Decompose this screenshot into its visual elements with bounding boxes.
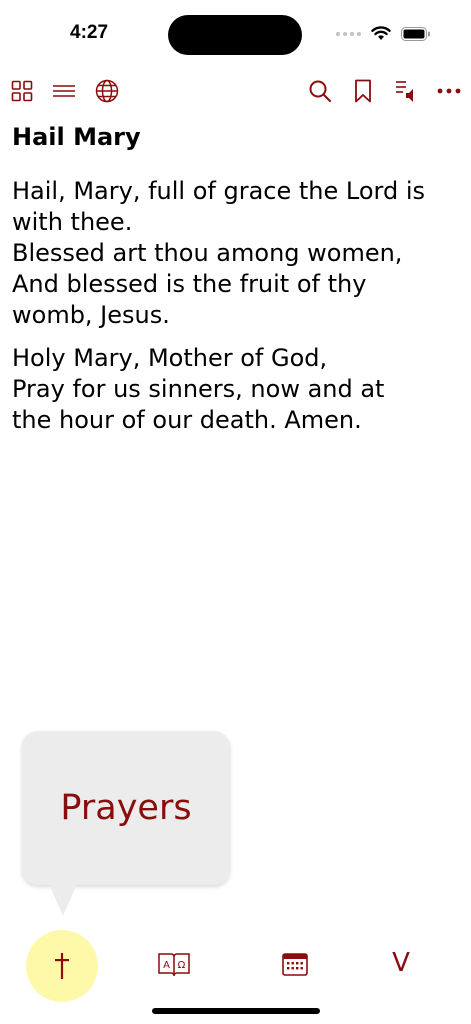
battery-icon [401,26,430,41]
prayer-stanza: Holy Mary, Mother of God, Pray for us si… [12,344,385,434]
alpha-omega-book-icon: A Ω [158,953,190,977]
svg-text:Ω: Ω [178,960,186,971]
bookmark-icon[interactable] [350,78,376,104]
bottom-tab-bar: A Ω V [0,928,471,1004]
tab-liturgy[interactable]: A Ω [156,950,192,978]
tab-tooltip: Prayers [22,731,230,885]
list-icon[interactable] [51,78,77,104]
grid-icon[interactable] [9,78,35,104]
prayer-content: Hail Mary Hail, Mary, full of grace the … [12,118,462,448]
dynamic-island [168,15,302,55]
home-indicator [152,1008,320,1014]
cellular-signal-icon [336,31,361,36]
tab-prayers[interactable] [26,930,98,1002]
status-bar: 4:27 [0,0,471,70]
globe-icon[interactable] [94,78,120,104]
cross-icon [55,953,69,979]
more-icon[interactable] [436,78,462,104]
audio-playlist-icon[interactable] [393,78,419,104]
tab-v[interactable]: V [386,946,416,980]
status-indicators [336,26,431,41]
calendar-icon [282,953,308,976]
svg-text:A: A [163,960,170,971]
search-icon[interactable] [307,78,333,104]
prayer-stanza: Hail, Mary, full of grace the Lord is wi… [12,177,426,329]
top-toolbar [0,74,471,108]
prayer-title: Hail Mary [12,123,141,151]
tooltip-label: Prayers [60,788,192,828]
status-time: 4:27 [70,22,109,43]
v-letter-icon: V [392,948,410,978]
wifi-icon [371,26,391,40]
tooltip-tail [49,884,77,916]
tab-calendar[interactable] [281,950,309,978]
